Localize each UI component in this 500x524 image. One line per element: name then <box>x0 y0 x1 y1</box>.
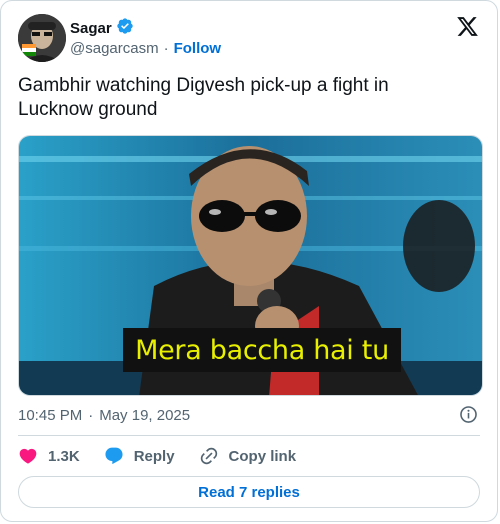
separator: · <box>88 406 94 424</box>
reply-button[interactable]: Reply <box>104 446 175 466</box>
tweet-time[interactable]: 10:45 PM <box>18 407 82 424</box>
display-name[interactable]: Sagar <box>70 20 112 37</box>
handle[interactable]: @sagarcasm <box>70 40 159 57</box>
heart-icon <box>19 448 37 464</box>
info-icon[interactable] <box>459 405 478 424</box>
verified-badge-icon <box>116 17 134 40</box>
reply-bubble-icon <box>105 447 123 465</box>
tweet-meta: 10:45 PM · May 19, 2025 <box>18 405 480 425</box>
copy-link-label: Copy link <box>228 447 297 465</box>
handle-row: @sagarcasm · Follow <box>70 40 221 57</box>
tweet-header: Sagar @sagarcasm · Follow <box>18 14 480 62</box>
tweet-card: Sagar @sagarcasm · Follow Gambhir watchi… <box>0 0 498 522</box>
name-row: Sagar <box>70 17 134 40</box>
tweet-media[interactable]: Mera baccha hai tu <box>18 135 483 396</box>
tweet-text: Gambhir watching Digvesh pick-up a fight… <box>18 75 389 120</box>
like-count: 1.3K <box>48 447 80 465</box>
x-logo-icon[interactable] <box>455 15 480 38</box>
like-button[interactable]: 1.3K <box>18 446 80 466</box>
reply-label: Reply <box>133 447 175 465</box>
link-icon <box>200 447 217 465</box>
media-caption: Mera baccha hai tu <box>123 328 401 372</box>
avatar[interactable] <box>18 14 66 62</box>
separator: · <box>163 40 169 57</box>
copy-link-button[interactable]: Copy link <box>199 446 297 466</box>
follow-button[interactable]: Follow <box>174 40 222 57</box>
tweet-date[interactable]: May 19, 2025 <box>99 407 190 424</box>
tweet-actions: 1.3K Reply Copy link <box>18 445 320 467</box>
read-replies-button[interactable]: Read 7 replies <box>18 476 480 508</box>
divider <box>18 435 480 436</box>
